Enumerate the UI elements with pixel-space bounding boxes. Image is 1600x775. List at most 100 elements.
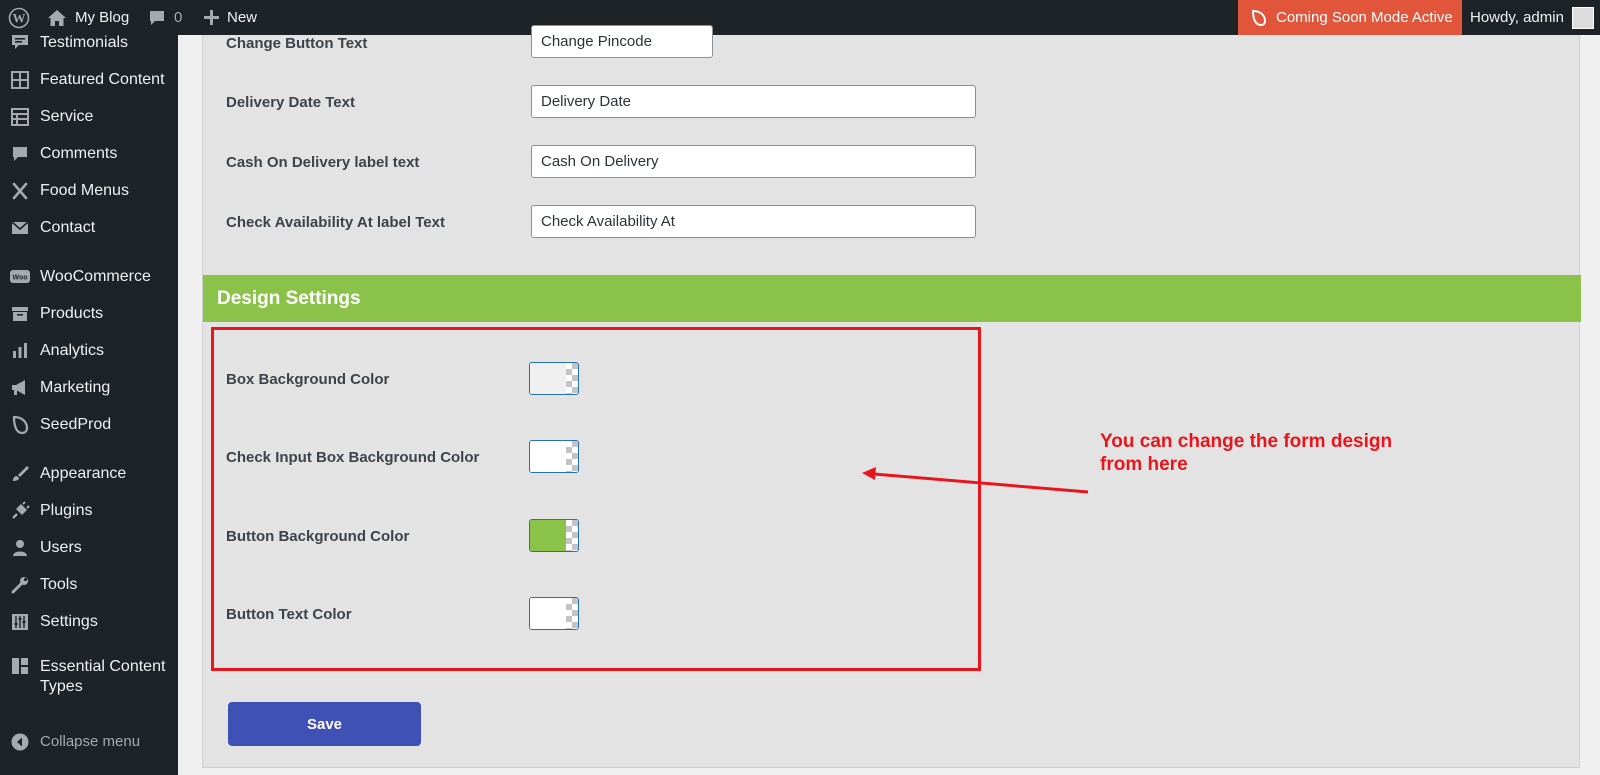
sidebar-item-seedprod[interactable]: SeedProd (0, 408, 178, 442)
sidebar-item-settings[interactable]: Settings (0, 605, 178, 639)
button-text-color-picker[interactable] (529, 597, 579, 630)
brush-icon (9, 463, 31, 485)
collapse-menu-button[interactable]: Collapse menu (0, 725, 178, 759)
sidebar-item-testimonials[interactable]: Testimonials (0, 26, 178, 60)
alpha-checker (566, 520, 578, 551)
cod-label-text-input[interactable] (531, 145, 976, 178)
color-fill (530, 363, 566, 394)
change-button-text-input[interactable] (531, 25, 713, 58)
svg-text:W: W (13, 10, 26, 25)
envelope-icon (9, 217, 31, 239)
sidebar-item-appearance[interactable]: Appearance (0, 457, 178, 491)
svg-text:Woo: Woo (12, 275, 27, 282)
admin-bar: W My Blog 0 New Coming Soon Mode Active … (0, 0, 1600, 35)
avatar (1571, 6, 1594, 29)
sidebar-item-label: Users (40, 539, 82, 556)
box-background-color-label: Box Background Color (226, 371, 390, 388)
check-availability-label: Check Availability At label Text (226, 214, 445, 231)
sidebar-item-woocommerce[interactable]: Woo WooCommerce (0, 260, 178, 294)
button-background-color-picker[interactable] (529, 519, 579, 552)
comment-bubble-icon (148, 9, 166, 27)
alpha-checker (566, 598, 578, 629)
home-icon (47, 9, 67, 27)
new-content-link[interactable]: New (204, 0, 257, 35)
settings-panel: Change Button Text Delivery Date Text Ca… (202, 25, 1581, 768)
sidebar-item-essential-content-types[interactable]: Essential Content Types (0, 653, 178, 697)
layout-icon (9, 655, 31, 677)
megaphone-icon (9, 377, 31, 399)
sidebar-item-label: Settings (40, 613, 98, 630)
sidebar-item-label: WooCommerce (40, 268, 151, 285)
sidebar-item-food-menus[interactable]: Food Menus (0, 174, 178, 208)
site-name: My Blog (75, 9, 130, 26)
user-icon (9, 537, 31, 559)
annotation-text: You can change the form design from here (1100, 430, 1460, 476)
sidebar-item-label: Food Menus (40, 182, 129, 199)
user-account-menu[interactable]: Howdy, admin (1462, 0, 1600, 35)
design-settings-header: Design Settings (203, 275, 1581, 322)
coming-soon-label: Coming Soon Mode Active (1276, 9, 1453, 26)
plus-icon (204, 10, 219, 25)
sidebar-item-marketing[interactable]: Marketing (0, 371, 178, 405)
cutlery-icon (9, 180, 31, 202)
cod-label-text-label: Cash On Delivery label text (226, 154, 420, 171)
save-button[interactable]: Save (228, 702, 421, 746)
change-button-text-label: Change Button Text (226, 35, 368, 52)
check-availability-input[interactable] (531, 205, 976, 238)
sidebar-item-label: Comments (40, 145, 118, 162)
seedprod-leaf-icon (1250, 9, 1268, 27)
design-settings-title: Design Settings (217, 287, 361, 309)
sidebar-item-analytics[interactable]: Analytics (0, 334, 178, 368)
sidebar-item-label: Plugins (40, 502, 93, 519)
plug-icon (9, 500, 31, 522)
sidebar-item-label: Marketing (40, 379, 111, 396)
annotation-line-2: from here (1100, 454, 1188, 475)
alpha-checker (566, 363, 578, 394)
sidebar-item-label: SeedProd (40, 416, 112, 433)
woo-icon: Woo (9, 266, 31, 288)
admin-sidebar: Testimonials Featured Content Service Co… (0, 34, 178, 775)
check-input-background-color-picker[interactable] (529, 440, 579, 473)
color-fill (530, 598, 566, 629)
sidebar-item-featured-content[interactable]: Featured Content (0, 63, 178, 97)
sliders-icon (9, 611, 31, 633)
sidebar-item-contact[interactable]: Contact (0, 211, 178, 245)
sidebar-item-users[interactable]: Users (0, 531, 178, 565)
sidebar-item-label: Contact (40, 219, 96, 236)
archive-icon (9, 303, 31, 325)
sidebar-item-plugins[interactable]: Plugins (0, 494, 178, 528)
annotation-line-1: You can change the form design (1100, 431, 1393, 452)
coming-soon-badge[interactable]: Coming Soon Mode Active (1238, 0, 1462, 35)
wrench-icon (9, 574, 31, 596)
testimonial-icon (9, 32, 31, 54)
bar-chart-icon (9, 340, 31, 362)
comment-icon (9, 143, 31, 165)
button-text-color-label: Button Text Color (226, 606, 352, 623)
sidebar-item-label: Essential Content Types (40, 658, 166, 695)
color-fill (530, 520, 566, 551)
sidebar-item-label: Analytics (40, 342, 105, 359)
sidebar-item-comments[interactable]: Comments (0, 137, 178, 171)
annotation-arrow (862, 467, 1089, 494)
sidebar-item-products[interactable]: Products (0, 297, 178, 331)
sidebar-item-label: Testimonials (40, 34, 129, 51)
new-label: New (227, 9, 258, 26)
delivery-date-text-label: Delivery Date Text (226, 94, 355, 111)
sidebar-item-label: Products (40, 305, 104, 322)
color-fill (530, 441, 566, 472)
delivery-date-text-input[interactable] (531, 85, 976, 118)
sidebar-item-label: Tools (40, 576, 78, 593)
check-input-background-color-label: Check Input Box Background Color (226, 449, 480, 466)
sidebar-item-label: Appearance (40, 465, 127, 482)
sidebar-item-label: Featured Content (40, 71, 165, 88)
howdy-label: Howdy, admin (1470, 9, 1564, 26)
alpha-checker (566, 441, 578, 472)
box-background-color-picker[interactable] (529, 362, 579, 395)
table-icon (9, 106, 31, 128)
collapse-menu-label: Collapse menu (40, 733, 141, 750)
collapse-arrow-icon (9, 731, 31, 753)
sidebar-item-tools[interactable]: Tools (0, 568, 178, 602)
sidebar-item-service[interactable]: Service (0, 100, 178, 134)
button-background-color-label: Button Background Color (226, 528, 410, 545)
leaf-icon (9, 414, 31, 436)
